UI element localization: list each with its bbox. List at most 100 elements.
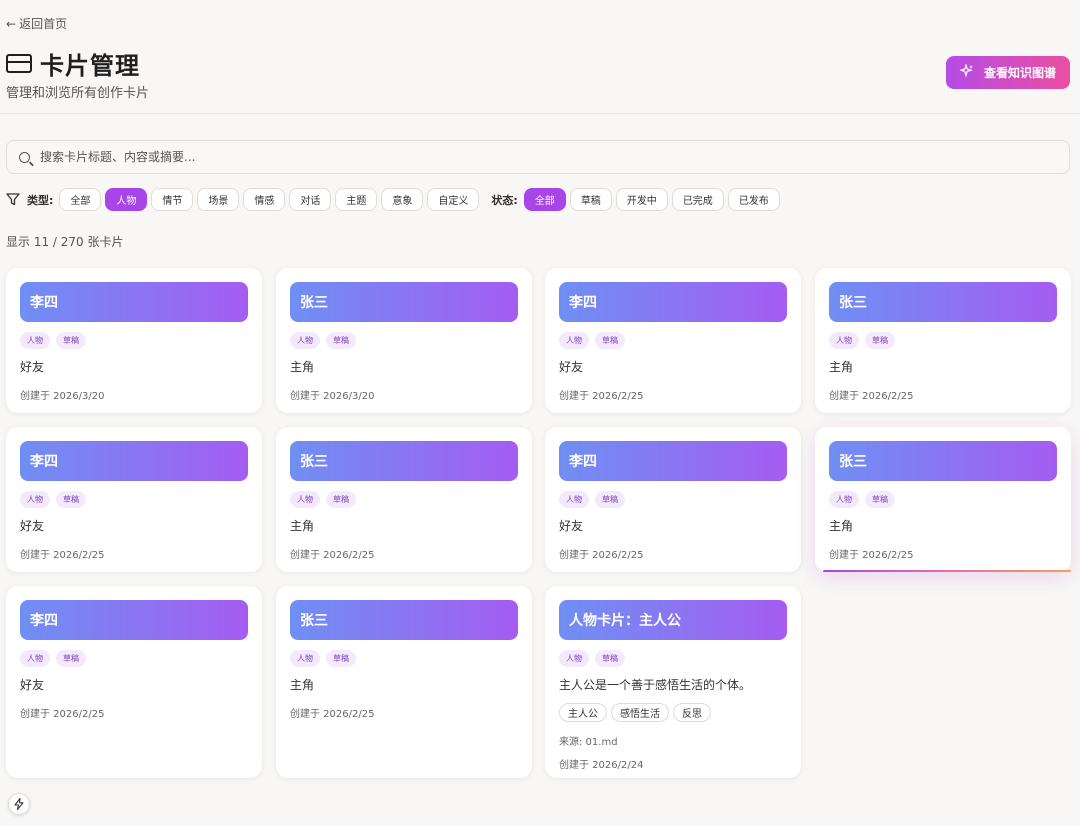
- status-filter-chip[interactable]: 全部: [523, 188, 566, 211]
- card-date: 创建于 2026/2/25: [290, 709, 375, 720]
- view-knowledge-graph-label: 查看知识图谱: [983, 66, 1056, 80]
- type-filter-group: 全部 人物 情节 场景 情感 对话 主题 意象 自定义: [59, 188, 480, 211]
- card-type-tag: 人物: [829, 491, 859, 508]
- card-type-tag: 人物: [559, 491, 589, 508]
- card-type-tag: 人物: [290, 650, 320, 667]
- page-title-row: 卡片管理: [6, 46, 140, 81]
- card-description: 好友: [559, 519, 584, 533]
- card-type-tag: 人物: [559, 650, 589, 667]
- card-status-tag: 草稿: [865, 332, 895, 349]
- card-date: 创建于 2026/2/24: [559, 760, 644, 771]
- search-input[interactable]: [40, 150, 940, 164]
- card-description: 好友: [559, 360, 584, 374]
- card-description: 主角: [290, 519, 315, 533]
- card-title: 张三: [290, 282, 518, 322]
- card-status-tag: 草稿: [595, 332, 625, 349]
- card-description: 主角: [290, 360, 315, 374]
- type-filter-chip[interactable]: 全部: [59, 188, 102, 211]
- card-tags: 人物 草稿: [290, 650, 518, 667]
- card-item[interactable]: 张三 人物 草稿 主角 创建于 2026/2/25: [815, 268, 1071, 413]
- header-divider: [0, 113, 1080, 114]
- type-filter-chip[interactable]: 场景: [197, 188, 240, 211]
- card-date: 创建于 2026/2/25: [829, 550, 914, 561]
- card-type-tag: 人物: [20, 650, 50, 667]
- card-title: 李四: [559, 282, 787, 322]
- card-date: 创建于 2026/2/25: [20, 550, 105, 561]
- card-item[interactable]: 李四人物 草稿 好友创建于 2026/2/25: [545, 268, 801, 413]
- card-item[interactable]: 张三 人物 草稿 主角 创建于 2026/2/25: [276, 586, 532, 778]
- page-subtitle: 管理和浏览所有创作卡片: [6, 86, 150, 101]
- card-keyword: 感悟生活: [611, 703, 669, 722]
- card-icon: [6, 54, 32, 73]
- card-item[interactable]: 人物卡片：主人公 人物 草稿 主人公是一个善于感悟生活的个体。 主人公 感悟生活 反思 来源:…: [545, 586, 801, 778]
- sparkles-icon: [958, 62, 974, 81]
- card-tags: 人物 草稿: [829, 332, 1057, 349]
- card-status-tag: 草稿: [56, 491, 86, 508]
- card-tags: 人物 草稿: [559, 491, 787, 508]
- card-description: 好友: [20, 519, 45, 533]
- filter-icon: [6, 193, 20, 206]
- card-title: 李四: [20, 600, 248, 640]
- type-filter-chip[interactable]: 对话: [289, 188, 332, 211]
- status-filter-chip[interactable]: 草稿: [569, 188, 612, 211]
- search-icon: [19, 151, 30, 163]
- card-date: 创建于 2026/3/20: [290, 391, 375, 402]
- arrow-left-icon: ←: [6, 16, 17, 31]
- card-title: 李四: [20, 441, 248, 481]
- quick-action-button[interactable]: [8, 793, 30, 815]
- card-status-tag: 草稿: [56, 332, 86, 349]
- card-type-tag: 人物: [290, 332, 320, 349]
- card-status-tag: 草稿: [326, 491, 356, 508]
- view-knowledge-graph-button[interactable]: 查看知识图谱: [946, 56, 1070, 89]
- type-filter-label: 类型:: [27, 193, 54, 207]
- status-filter-label: 状态:: [491, 193, 518, 207]
- card-title: 人物卡片：主人公: [559, 600, 787, 640]
- card-status-tag: 草稿: [326, 332, 356, 349]
- card-type-tag: 人物: [20, 491, 50, 508]
- card-title: 李四: [20, 282, 248, 322]
- card-date: 创建于 2026/2/25: [559, 391, 644, 402]
- status-filter-chip[interactable]: 已发布: [727, 188, 780, 211]
- card-type-tag: 人物: [559, 332, 589, 349]
- filter-row: 类型: 全部 人物 情节 场景 情感 对话 主题 意象 自定义 状态: 全部 草稿 开发中 已完成 已发…: [6, 188, 780, 211]
- status-filter-group: 全部 草稿 开发中 已完成 已发布: [523, 188, 780, 211]
- search-bar[interactable]: [6, 140, 1070, 174]
- card-item[interactable]: 李四 人物 草稿 好友 创建于 2026/2/25: [6, 427, 262, 572]
- card-keyword: 反思: [673, 703, 711, 722]
- card-item[interactable]: 张三 人物 草稿 主角 创建于 2026/2/25: [815, 427, 1071, 572]
- page-title: 卡片管理: [40, 51, 140, 80]
- card-date: 创建于 2026/2/25: [559, 550, 644, 561]
- type-filter-chip[interactable]: 主题: [335, 188, 378, 211]
- card-title: 张三: [290, 600, 518, 640]
- card-description: 好友: [20, 360, 45, 374]
- card-tags: 人物 草稿: [829, 491, 1057, 508]
- card-description: 主角: [290, 678, 315, 692]
- card-item[interactable]: 李四人物 草稿 好友创建于 2026/3/20: [6, 268, 262, 413]
- card-date: 创建于 2026/3/20: [20, 391, 105, 402]
- card-tags: 人物 草稿: [290, 491, 518, 508]
- card-item[interactable]: 李四 人物 草稿 好友 创建于 2026/2/25: [6, 586, 262, 778]
- card-item[interactable]: 李四人物 草稿好友创建于 2026/2/25: [545, 427, 801, 572]
- back-home-link[interactable]: ← 返回首页: [6, 15, 67, 32]
- type-filter-chip[interactable]: 自定义: [427, 188, 480, 211]
- status-filter-chip[interactable]: 开发中: [615, 188, 668, 211]
- type-filter-chip[interactable]: 人物: [105, 188, 148, 211]
- type-filter-chip[interactable]: 情感: [243, 188, 286, 211]
- type-filter-chip[interactable]: 意象: [381, 188, 424, 211]
- card-item[interactable]: 张三 人物 草稿 主角 创建于 2026/3/20: [276, 268, 532, 413]
- card-tags: 人物 草稿: [20, 491, 248, 508]
- card-date: 创建于 2026/2/25: [290, 550, 375, 561]
- card-description: 主角: [829, 360, 854, 374]
- card-title: 李四: [559, 441, 787, 481]
- type-filter-chip[interactable]: 情节: [151, 188, 194, 211]
- card-status-tag: 草稿: [326, 650, 356, 667]
- card-item[interactable]: 张三 人物 草稿 主角 创建于 2026/2/25: [276, 427, 532, 572]
- status-filter-chip[interactable]: 已完成: [671, 188, 724, 211]
- card-type-tag: 人物: [20, 332, 50, 349]
- card-tags: 人物 草稿: [290, 332, 518, 349]
- card-status-tag: 草稿: [865, 491, 895, 508]
- card-status-tag: 草稿: [595, 650, 625, 667]
- card-type-tag: 人物: [290, 491, 320, 508]
- back-home-label: 返回首页: [19, 17, 68, 31]
- card-title: 张三: [829, 441, 1057, 481]
